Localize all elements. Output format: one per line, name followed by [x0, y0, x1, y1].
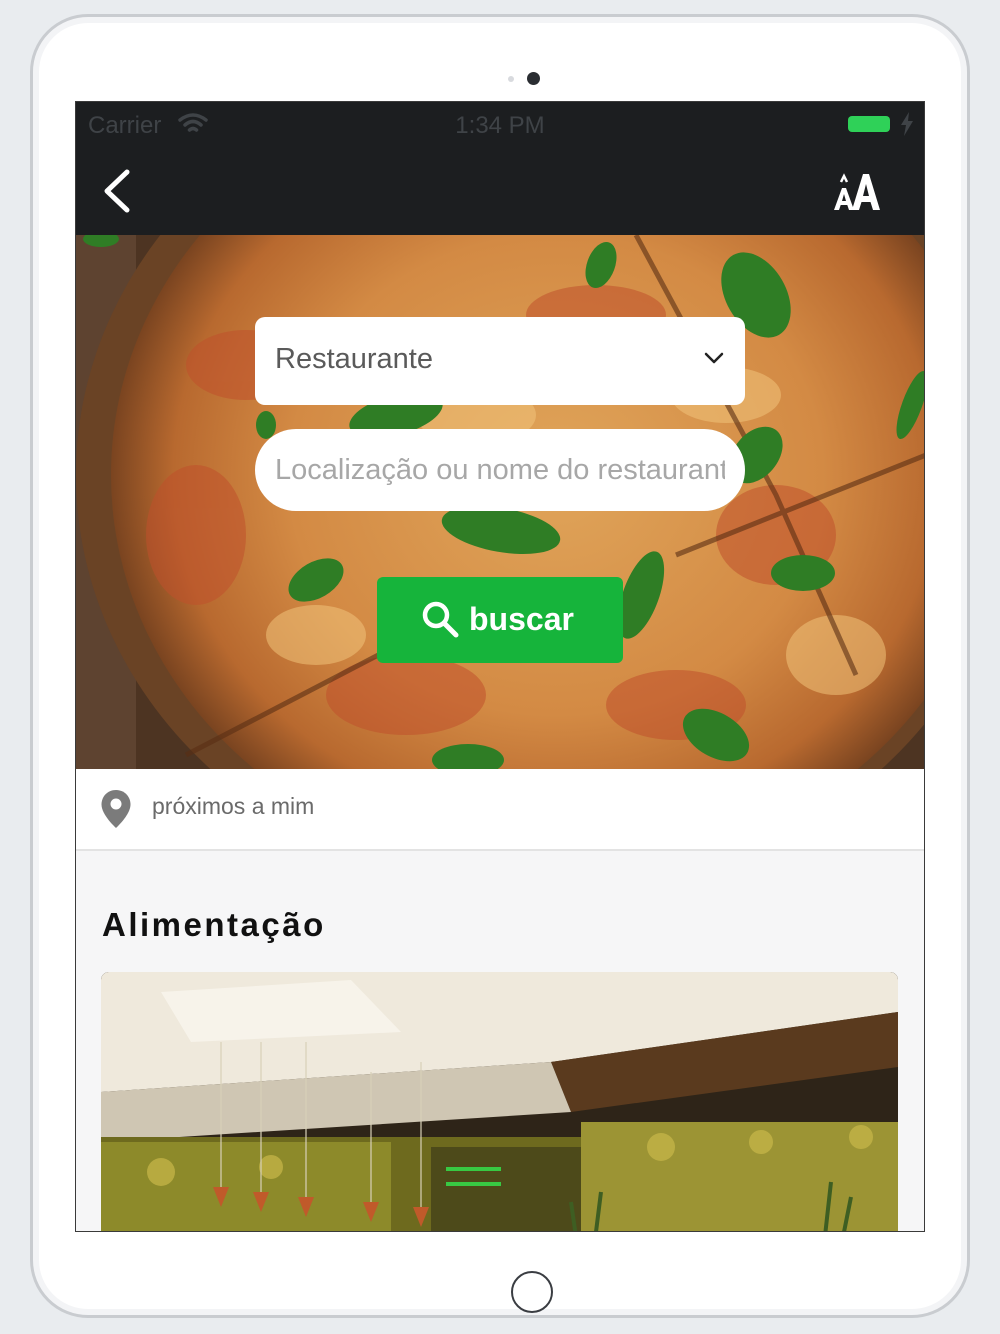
category-card-alimentacao[interactable]: [101, 972, 898, 1231]
camera-sensor: [508, 76, 514, 82]
section-title: Alimentação: [102, 906, 326, 943]
navigation-bar: [76, 148, 924, 235]
status-bar: Carrier 1:34 PM: [76, 102, 924, 148]
font-size-button[interactable]: [832, 170, 888, 214]
chevron-down-icon: [703, 350, 725, 371]
category-select[interactable]: Restaurante: [255, 317, 745, 405]
location-search-input[interactable]: [255, 429, 745, 511]
chevron-left-icon: [104, 169, 130, 213]
front-camera: [527, 72, 540, 85]
text-size-icon: [834, 173, 880, 210]
back-button[interactable]: [94, 166, 144, 216]
app-screen: Carrier 1:34 PM Restaurante Localização …: [75, 101, 925, 1232]
nearby-label: próximos a mim: [152, 793, 315, 819]
battery-icon: [848, 116, 890, 132]
search-icon: [421, 600, 461, 645]
home-button[interactable]: [511, 1271, 553, 1313]
category-select-value: Restaurante: [275, 343, 433, 375]
restaurant-interior-image: [101, 972, 898, 1231]
bolt-icon: [900, 112, 914, 141]
search-button-label: buscar: [469, 601, 574, 637]
hero-banner: Restaurante buscar: [76, 235, 924, 769]
clock: 1:34 PM: [455, 112, 545, 139]
location-pin-icon: [100, 789, 132, 834]
nearby-me-row[interactable]: próximos a mim: [76, 769, 924, 851]
search-button[interactable]: buscar: [377, 577, 623, 663]
